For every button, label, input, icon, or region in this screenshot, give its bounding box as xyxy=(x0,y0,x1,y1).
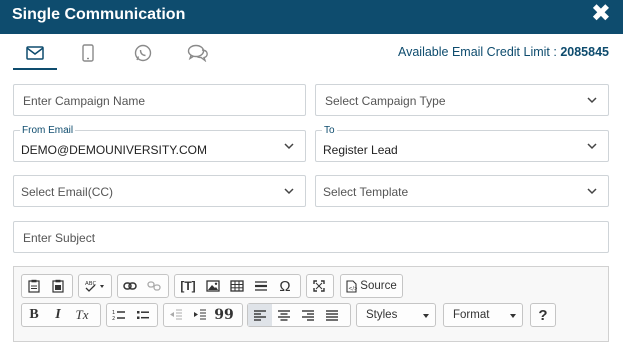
close-icon[interactable]: ✖ xyxy=(591,1,611,25)
cc-email-select[interactable]: Select Email(CC) xyxy=(13,175,306,207)
campaign-type-select[interactable]: Select Campaign Type xyxy=(315,84,609,116)
email-credit-limit: Available Email Credit Limit : 2085845 xyxy=(398,45,609,59)
text-field-icon[interactable]: [T] xyxy=(175,275,201,297)
image-icon[interactable] xyxy=(201,275,225,297)
styles-label: Styles xyxy=(366,309,398,321)
from-email-label: From Email xyxy=(20,125,76,136)
table-icon[interactable] xyxy=(225,275,249,297)
tab-email[interactable] xyxy=(13,38,57,70)
credit-label: Available Email Credit Limit : xyxy=(397,45,561,59)
modal-header: Single Communication ✖ xyxy=(0,0,623,34)
outdent-icon[interactable] xyxy=(164,304,188,326)
chevron-down-icon xyxy=(284,188,294,195)
link-group xyxy=(117,274,169,298)
source-button[interactable]: </> Source xyxy=(341,275,402,297)
styles-dropdown[interactable]: Styles xyxy=(356,303,436,327)
subject-input[interactable]: Enter Subject xyxy=(13,221,609,253)
rich-text-editor-toolbar: ABC [T] Ω </> Source B I Tx 1 2 99 Style… xyxy=(13,266,609,342)
credit-value: 2085845 xyxy=(560,45,609,59)
link-icon[interactable] xyxy=(118,275,142,297)
campaign-name-placeholder: Enter Campaign Name xyxy=(23,94,146,108)
justify-icon[interactable] xyxy=(320,304,344,326)
basic-styles-group: B I Tx xyxy=(21,303,101,327)
svg-text:</>: </> xyxy=(348,286,357,292)
spellcheck-icon[interactable]: ABC xyxy=(79,275,111,297)
remove-format-button[interactable]: Tx xyxy=(70,304,94,326)
bold-label: B xyxy=(29,307,39,322)
clear-label: Tx xyxy=(75,307,89,322)
horizontal-line-icon[interactable] xyxy=(249,275,273,297)
to-value: Register Lead xyxy=(323,143,398,157)
bold-button[interactable]: B xyxy=(22,304,46,326)
subject-placeholder: Enter Subject xyxy=(23,231,96,245)
list-group: 12 xyxy=(106,303,158,327)
align-right-icon[interactable] xyxy=(296,304,320,326)
help-group: ? xyxy=(530,303,556,327)
help-button[interactable]: ? xyxy=(531,304,555,326)
template-placeholder: Select Template xyxy=(323,185,409,199)
align-center-icon[interactable] xyxy=(272,304,296,326)
maximize-group xyxy=(306,274,334,298)
cc-placeholder: Select Email(CC) xyxy=(21,185,114,199)
campaign-name-input[interactable]: Enter Campaign Name xyxy=(13,84,306,116)
numbered-list-icon[interactable]: 12 xyxy=(107,304,131,326)
textfield-label: [T] xyxy=(180,279,196,293)
insert-group: [T] Ω xyxy=(174,274,301,298)
paste-from-word-icon[interactable] xyxy=(46,275,70,297)
bulleted-list-icon[interactable] xyxy=(131,304,155,326)
special-character-icon[interactable]: Ω xyxy=(273,275,297,297)
format-label: Format xyxy=(453,309,490,321)
spellcheck-group: ABC xyxy=(78,274,112,298)
dropdown-arrow-icon xyxy=(510,314,516,318)
clipboard-group xyxy=(21,274,73,298)
source-code-icon: </> xyxy=(346,279,357,293)
from-email-value: DEMO@DEMOUNIVERSITY.COM xyxy=(21,143,207,157)
tab-whatsapp[interactable] xyxy=(121,38,165,68)
tab-chat[interactable] xyxy=(176,38,220,68)
align-left-icon[interactable] xyxy=(248,304,272,326)
whatsapp-icon xyxy=(134,44,152,62)
chevron-down-icon xyxy=(284,143,294,150)
source-label: Source xyxy=(360,280,397,292)
tab-sms[interactable] xyxy=(66,38,110,68)
indent-icon[interactable] xyxy=(188,304,212,326)
source-group: </> Source xyxy=(340,274,403,298)
alignment-group xyxy=(247,303,351,327)
blockquote-icon[interactable]: 99 xyxy=(212,304,236,326)
maximize-icon[interactable] xyxy=(307,275,331,297)
chat-bubbles-icon xyxy=(187,44,208,62)
dropdown-arrow-icon xyxy=(423,314,429,318)
unlink-icon[interactable] xyxy=(142,275,166,297)
svg-text:2: 2 xyxy=(112,316,115,321)
to-label: To xyxy=(322,125,337,136)
format-dropdown[interactable]: Format xyxy=(443,303,523,327)
italic-button[interactable]: I xyxy=(46,304,70,326)
chevron-down-icon xyxy=(587,143,597,150)
blockquote-label: 99 xyxy=(214,307,234,323)
special-char-label: Ω xyxy=(279,277,291,295)
indent-group: 99 xyxy=(163,303,243,327)
to-select[interactable]: To Register Lead xyxy=(315,125,609,162)
envelope-icon xyxy=(26,46,44,60)
italic-label: I xyxy=(55,307,61,322)
mobile-phone-icon xyxy=(82,44,94,62)
campaign-type-placeholder: Select Campaign Type xyxy=(325,94,446,108)
chevron-down-icon xyxy=(587,97,597,104)
template-select[interactable]: Select Template xyxy=(315,175,609,207)
chevron-down-icon xyxy=(587,188,597,195)
from-email-select[interactable]: From Email DEMO@DEMOUNIVERSITY.COM xyxy=(13,125,306,162)
help-label: ? xyxy=(538,306,548,324)
paste-text-icon[interactable] xyxy=(22,275,46,297)
modal-title: Single Communication xyxy=(12,6,186,23)
